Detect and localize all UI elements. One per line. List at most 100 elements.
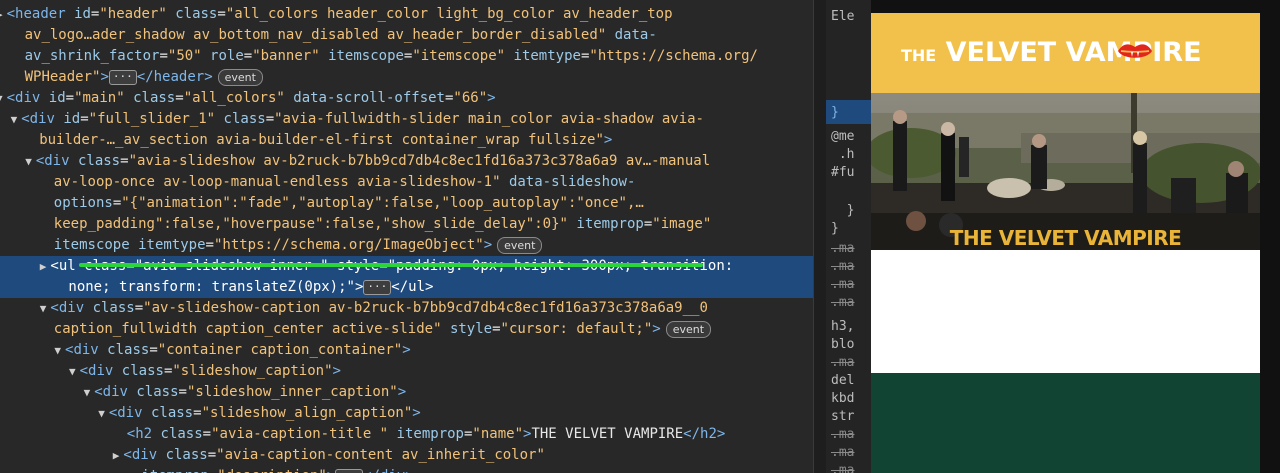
style-rule-line[interactable]: .ma xyxy=(831,258,854,276)
site-logo[interactable]: THE VELVET VAMPIRE xyxy=(901,37,1202,68)
dom-node-line[interactable]: ▼ <div class="slideshow_caption"> xyxy=(0,361,813,382)
dom-node-line[interactable]: ▼<div id="main" class="all_colors" data-… xyxy=(0,88,813,109)
code-token: > xyxy=(332,363,341,379)
expand-triangle-icon[interactable]: ▼ xyxy=(25,155,32,168)
style-rule-line[interactable]: .ma xyxy=(831,240,854,258)
code-token: options xyxy=(53,195,113,211)
dom-node-line[interactable]: av_shrink_factor="50" role="banner" item… xyxy=(0,46,813,67)
code-token: = xyxy=(120,153,129,169)
dom-node-line[interactable]: ▼ <div class="slideshow_align_caption"> xyxy=(0,403,813,424)
code-token: </div> xyxy=(363,468,414,473)
dom-node-line[interactable]: ▼ <div class="avia-slideshow av-b2ruck-b7… xyxy=(0,151,813,172)
code-token: itemscope xyxy=(328,48,404,64)
dom-node-line[interactable]: ▶ <div class="avia-caption-content av_inh… xyxy=(0,445,813,466)
style-rule-line[interactable]: @me xyxy=(831,128,854,146)
elements-dom-tree[interactable]: ▶<header id="header" class="all_colors h… xyxy=(0,0,813,473)
dom-node-line[interactable]: ▼ <div id="full_slider_1" class="avia-ful… xyxy=(0,109,813,130)
code-token: "all_colors header_color light_bg_color … xyxy=(225,6,673,22)
code-token: builder-…_av_section avia-builder-el-fir… xyxy=(39,132,604,148)
dom-node-line[interactable]: ▼ <div class="slideshow_inner_caption"> xyxy=(0,382,813,403)
collapse-triangle-icon[interactable]: ▶ xyxy=(40,260,47,273)
code-token: caption_fullwidth caption_center active-… xyxy=(53,321,450,337)
code-token: "https://schema.org/ImageObject" xyxy=(213,237,484,253)
style-rule-line[interactable]: .ma xyxy=(831,276,854,294)
dom-node-line[interactable]: keep_padding":false,"hoverpause":false,"… xyxy=(0,214,813,235)
lips-logo-icon xyxy=(1118,44,1152,58)
expand-triangle-icon[interactable]: ▼ xyxy=(54,344,61,357)
dom-node-line[interactable]: itemprop="description">···</div> xyxy=(0,466,813,473)
styles-panel[interactable]: Ele} @me .h #fu }} .ma .ma .ma .ma h3, blo .ma del… xyxy=(826,0,871,473)
style-rule-line[interactable]: .ma xyxy=(831,444,854,462)
expand-triangle-icon[interactable]: ▼ xyxy=(84,386,91,399)
expand-triangle-icon[interactable]: ▼ xyxy=(69,365,76,378)
code-token: "all_colors" xyxy=(183,90,294,106)
code-token: av-loop-once av-loop-manual-endless avia… xyxy=(53,174,509,190)
code-token: > xyxy=(603,132,613,148)
code-token: "description" xyxy=(217,468,327,473)
site-header: THE VELVET VAMPIRE xyxy=(871,13,1260,93)
style-rule-line[interactable]: .ma xyxy=(831,354,854,372)
style-rule-line[interactable]: Ele xyxy=(831,8,854,26)
style-rule-line[interactable]: #fu xyxy=(831,164,854,182)
dom-node-line[interactable]: ▶<header id="header" class="all_colors h… xyxy=(0,4,813,25)
code-token: class xyxy=(136,384,179,400)
style-rule-line[interactable]: .ma xyxy=(831,426,854,444)
code-token: style xyxy=(449,321,493,337)
style-rule-line[interactable]: h3, xyxy=(831,318,854,336)
code-token: = xyxy=(265,111,275,127)
dom-node-line[interactable]: ▼ <div class="container caption_container… xyxy=(0,340,813,361)
dom-node-line[interactable]: <h2 class="avia-caption-title " itemprop… xyxy=(0,424,813,445)
code-token: <div xyxy=(123,447,166,463)
collapse-triangle-icon[interactable]: ▶ xyxy=(0,8,3,21)
code-token: class xyxy=(107,342,150,358)
style-rule-line[interactable]: .ma xyxy=(831,462,854,473)
style-rule-line[interactable]: .h xyxy=(831,146,855,164)
code-token: = xyxy=(159,48,168,64)
code-token: "av-slideshow-caption av-b2ruck-b7bb9cd7… xyxy=(143,300,708,316)
style-rule-line[interactable]: kbd xyxy=(831,390,854,408)
dom-node-line[interactable]: av-loop-once av-loop-manual-endless avia… xyxy=(0,172,813,193)
event-badge[interactable]: event xyxy=(217,68,263,86)
event-badge[interactable]: event xyxy=(665,320,712,338)
dom-node-line[interactable]: WPHeader"> ··· </header> event xyxy=(0,67,813,88)
code-token: class xyxy=(160,426,203,442)
dom-node-line[interactable]: ▼ <div class="av-slideshow-caption av-b2r… xyxy=(0,298,813,319)
code-token: id xyxy=(48,90,66,106)
panel-divider[interactable] xyxy=(813,0,827,473)
code-token: THE VELVET VAMPIRE xyxy=(531,426,684,442)
style-rule-line[interactable]: del xyxy=(831,372,854,390)
style-rule-line[interactable]: blo xyxy=(831,336,854,354)
ellipsis-button[interactable]: ··· xyxy=(335,468,364,473)
code-token: = xyxy=(149,342,158,358)
style-rule-line[interactable]: } xyxy=(831,104,839,122)
dom-node-line[interactable]: builder-…_av_section avia-builder-el-fir… xyxy=(0,130,813,151)
code-token: data- xyxy=(614,27,657,43)
style-rule-line[interactable]: } xyxy=(831,220,839,238)
dom-node-line[interactable]: none; transform: translateZ(0px);"> ··· </… xyxy=(0,277,813,298)
code-token: <div xyxy=(6,90,49,106)
style-rule-line[interactable]: .ma xyxy=(831,294,854,312)
ellipsis-button[interactable]: ··· xyxy=(108,69,137,85)
event-badge[interactable]: event xyxy=(497,236,543,254)
code-token: = xyxy=(134,300,144,316)
code-token: "header" xyxy=(99,6,176,22)
expand-triangle-icon[interactable]: ▼ xyxy=(11,113,18,126)
dom-node-line[interactable]: caption_fullwidth caption_center active-… xyxy=(0,319,813,340)
ellipsis-button[interactable]: ··· xyxy=(363,279,392,295)
expand-triangle-icon[interactable]: ▼ xyxy=(0,92,3,105)
code-token: > xyxy=(402,342,411,358)
code-token: class xyxy=(77,153,121,169)
dom-node-line[interactable]: av_logo…ader_shadow av_bottom_nav_disabl… xyxy=(0,25,813,46)
dom-node-line[interactable]: itemscope itemtype="https://schema.org/I… xyxy=(0,235,813,256)
code-token: "banner" xyxy=(252,48,329,64)
expand-triangle-icon[interactable]: ▼ xyxy=(98,407,105,420)
expand-triangle-icon[interactable]: ▼ xyxy=(40,302,47,315)
code-token: = xyxy=(80,111,89,127)
style-rule-line[interactable]: str xyxy=(831,408,854,426)
dom-node-line[interactable]: options="{"animation":"fade","autoplay":… xyxy=(0,193,813,214)
collapse-triangle-icon[interactable]: ▶ xyxy=(113,449,120,462)
code-token: <div xyxy=(50,300,93,316)
style-rule-line[interactable]: } xyxy=(831,202,855,220)
code-token: id xyxy=(74,6,91,22)
code-token: = xyxy=(178,384,187,400)
